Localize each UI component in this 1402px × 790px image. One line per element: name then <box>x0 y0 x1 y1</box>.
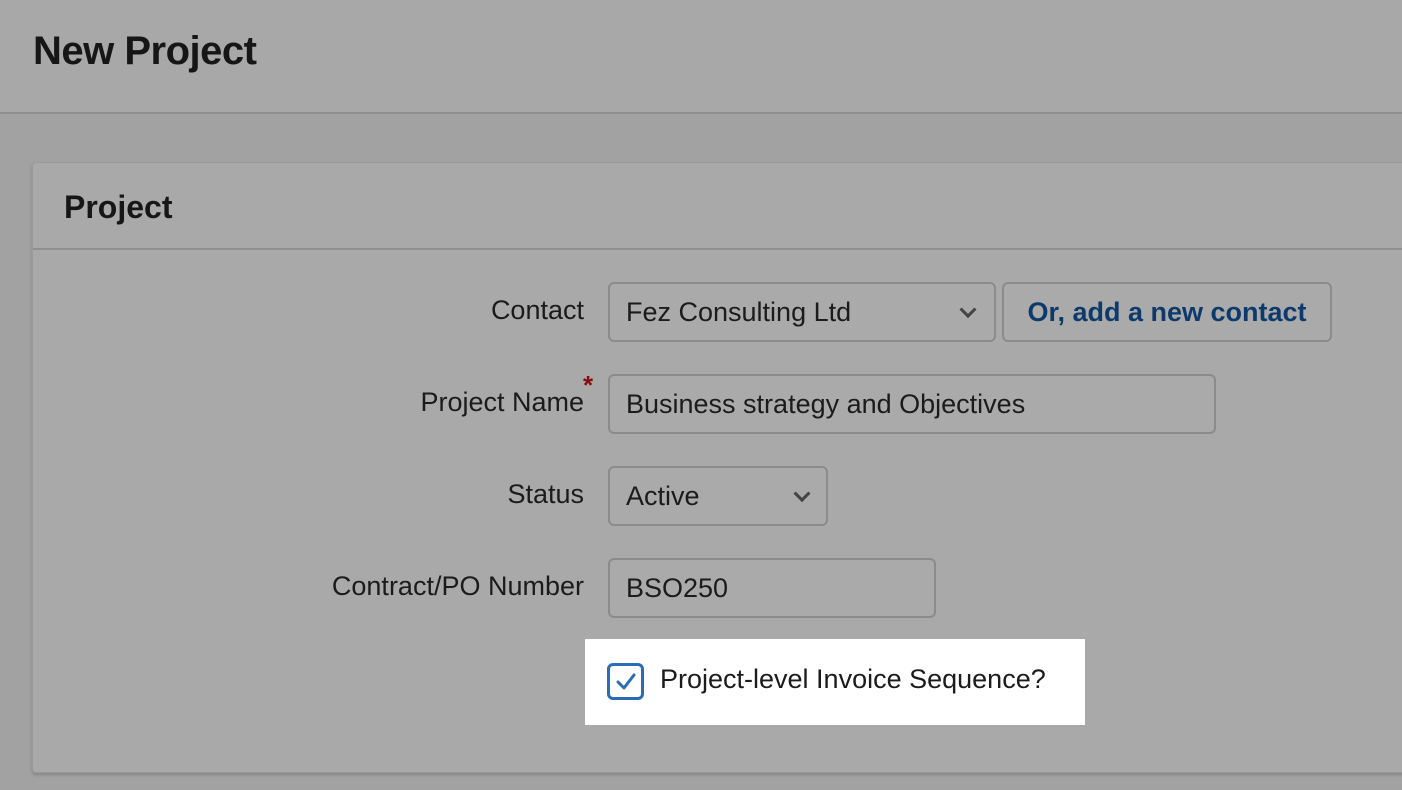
contract-po-value: BSO250 <box>626 572 729 603</box>
required-indicator: * <box>583 370 594 400</box>
page-header: New Project <box>0 0 1402 114</box>
chevron-down-icon <box>959 301 977 319</box>
contract-po-input[interactable]: BSO250 <box>608 558 936 618</box>
card-header: Project <box>33 163 1402 250</box>
chevron-down-icon <box>793 485 811 503</box>
invoice-sequence-panel: Project-level Invoice Sequence? <box>585 639 1085 725</box>
contract-po-label: Contract/PO Number <box>331 571 584 601</box>
contact-select[interactable]: Fez Consulting Ltd <box>608 282 996 342</box>
project-name-label: Project Name <box>420 387 584 417</box>
card-title: Project <box>64 189 173 225</box>
status-select-value: Active <box>626 480 700 511</box>
add-new-contact-button[interactable]: Or, add a new contact <box>1002 282 1332 342</box>
project-name-input[interactable]: Business strategy and Objectives <box>608 374 1216 434</box>
status-select[interactable]: Active <box>608 466 828 526</box>
checkmark-icon <box>616 673 635 689</box>
page-title: New Project <box>33 29 257 73</box>
project-name-value: Business strategy and Objectives <box>626 388 1026 419</box>
contact-select-value: Fez Consulting Ltd <box>626 296 852 327</box>
invoice-sequence-checkbox[interactable] <box>607 663 644 700</box>
contact-label: Contact <box>490 295 584 325</box>
status-label: Status <box>507 479 584 509</box>
invoice-sequence-label[interactable]: Project-level Invoice Sequence? <box>660 664 1046 695</box>
